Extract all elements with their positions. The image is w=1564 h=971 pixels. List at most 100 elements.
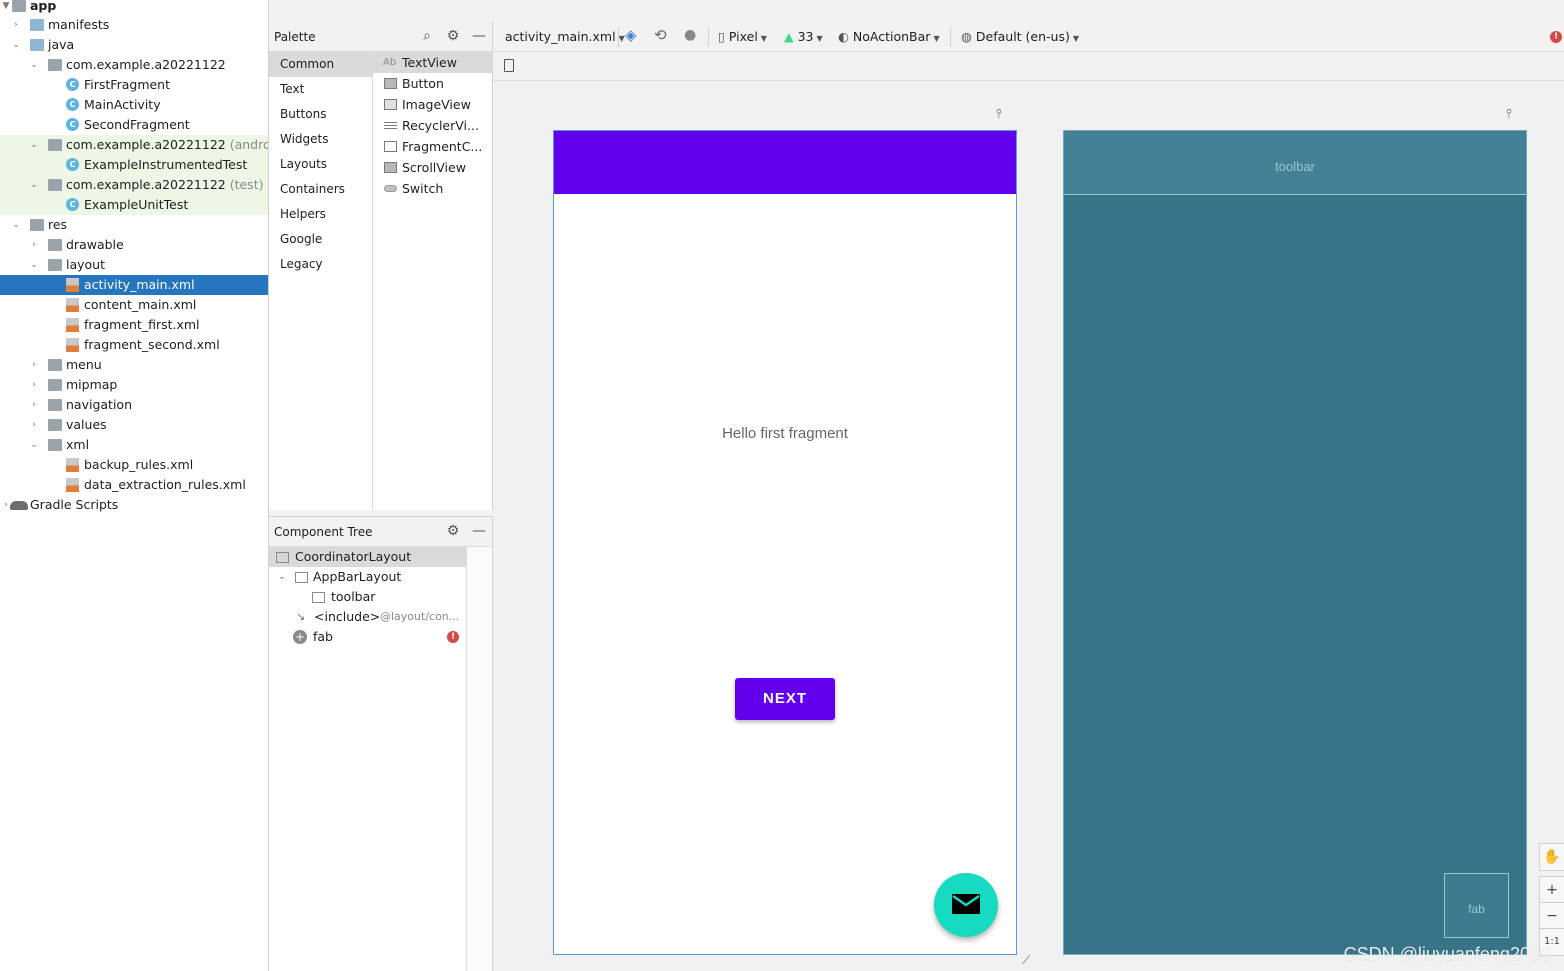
zoom-out-button[interactable]: −: [1539, 902, 1564, 930]
tree-item-fragment-first-xml[interactable]: fragment_first.xml: [0, 315, 268, 335]
tree-item-navigation[interactable]: › navigation: [0, 395, 268, 415]
hello-text[interactable]: Hello first fragment: [554, 425, 1016, 442]
component-coordinatorlayout[interactable]: CoordinatorLayout: [269, 547, 467, 567]
tree-item-content-main-xml[interactable]: content_main.xml: [0, 295, 268, 315]
palette-item-textview[interactable]: Ab TextView: [373, 52, 493, 73]
chevron-down-icon[interactable]: ⌄: [28, 175, 40, 195]
palette-item-imageview[interactable]: ImageView: [373, 94, 493, 115]
tree-item-label: SecondFragment: [84, 117, 190, 132]
zoom-in-button[interactable]: +: [1539, 876, 1564, 904]
chevron-right-icon[interactable]: ›: [28, 235, 40, 255]
pin-icon[interactable]: ⫯: [996, 107, 1002, 122]
tree-item-xml[interactable]: ⌄ xml: [0, 435, 268, 455]
api-selector[interactable]: ▲ 33 ▼: [784, 29, 823, 44]
palette-category-helpers[interactable]: Helpers: [269, 202, 372, 227]
pan-button[interactable]: ✋: [1539, 843, 1564, 871]
file-selector[interactable]: activity_main.xml ▼: [505, 29, 625, 44]
tree-item-res[interactable]: ⌄ res: [0, 215, 268, 235]
component-fab[interactable]: + fab !: [269, 627, 467, 647]
chevron-right-icon[interactable]: ›: [10, 15, 22, 35]
component-toolbar[interactable]: toolbar: [269, 587, 467, 607]
tree-item-package[interactable]: ⌄ com.example.a20221122: [0, 55, 268, 75]
resources-folder-icon: [30, 219, 44, 231]
error-icon[interactable]: !: [1550, 31, 1562, 43]
palette-category-buttons[interactable]: Buttons: [269, 102, 372, 127]
package-icon: [48, 139, 62, 151]
chevron-down-icon[interactable]: ⌄: [28, 135, 40, 155]
tree-item-manifests[interactable]: › manifests: [0, 15, 268, 35]
palette-category-containers[interactable]: Containers: [269, 177, 372, 202]
palette-category-text[interactable]: Text: [269, 77, 372, 102]
tree-item-data-extraction-rules-xml[interactable]: data_extraction_rules.xml: [0, 475, 268, 495]
chevron-down-icon[interactable]: ▼: [0, 0, 12, 16]
tree-item-label: com.example.a20221122: [66, 57, 226, 72]
palette-item-fragmentcontainer[interactable]: FragmentC...: [373, 136, 493, 157]
gear-icon[interactable]: ⚙: [445, 523, 461, 539]
chevron-down-icon[interactable]: ⌄: [10, 215, 22, 235]
minimize-icon[interactable]: —: [471, 523, 487, 539]
tree-item-secondfragment[interactable]: C SecondFragment: [0, 115, 268, 135]
chevron-right-icon[interactable]: ›: [28, 415, 40, 435]
component-include[interactable]: ↘ <include> @layout/con...: [269, 607, 467, 627]
tree-item-layout[interactable]: ⌄ layout: [0, 255, 268, 275]
tree-item-java[interactable]: ⌄ java: [0, 35, 268, 55]
chevron-right-icon[interactable]: ›: [28, 355, 40, 375]
folder-icon: [48, 399, 62, 411]
chevron-down-icon[interactable]: ⌄: [10, 35, 22, 55]
palette-category-google[interactable]: Google: [269, 227, 372, 252]
error-icon[interactable]: !: [447, 631, 459, 643]
blueprint-toolbar[interactable]: toolbar: [1064, 131, 1526, 195]
blueprint-preview[interactable]: toolbar fab: [1063, 130, 1527, 955]
palette-item-scrollview[interactable]: ScrollView: [373, 157, 493, 178]
palette-category-common[interactable]: Common: [269, 52, 372, 77]
design-preview[interactable]: Hello first fragment NEXT: [553, 130, 1017, 955]
night-mode-icon[interactable]: ●: [684, 27, 696, 43]
device-selector[interactable]: ▯ Pixel ▼: [718, 29, 767, 44]
resize-handle-icon[interactable]: ⟋: [1022, 953, 1030, 968]
design-canvas[interactable]: ⫯ ⫯ Hello first fragment NEXT toolbar fa…: [494, 81, 1564, 971]
tree-item-menu[interactable]: › menu: [0, 355, 268, 375]
tree-item-fragment-second-xml[interactable]: fragment_second.xml: [0, 335, 268, 355]
tree-item-values[interactable]: › values: [0, 415, 268, 435]
blueprint-fab[interactable]: fab: [1444, 873, 1509, 938]
locale-selector[interactable]: ◍ Default (en-us) ▼: [961, 29, 1079, 44]
theme-selector[interactable]: ◐ NoActionBar ▼: [838, 29, 940, 44]
design-surface-icon[interactable]: ◈: [625, 26, 637, 44]
search-icon[interactable]: ⌕: [419, 28, 435, 44]
chevron-right-icon[interactable]: ›: [28, 375, 40, 395]
palette-item-switch[interactable]: Switch: [373, 178, 493, 199]
palette-item-recyclerview[interactable]: RecyclerVi...: [373, 115, 493, 136]
palette-category-widgets[interactable]: Widgets: [269, 127, 372, 152]
gear-icon[interactable]: ⚙: [445, 28, 461, 44]
minimize-icon[interactable]: —: [471, 28, 487, 44]
chevron-right-icon[interactable]: ›: [28, 395, 40, 415]
palette-item-label: ScrollView: [402, 160, 466, 175]
tree-item-mainactivity[interactable]: C MainActivity: [0, 95, 268, 115]
tree-item-exampleinstrumentedtest[interactable]: C ExampleInstrumentedTest: [0, 155, 268, 175]
tree-item-firstfragment[interactable]: C FirstFragment: [0, 75, 268, 95]
pin-icon[interactable]: ⫯: [1506, 107, 1512, 122]
fab-button[interactable]: [934, 873, 998, 937]
tree-item-gradle-scripts[interactable]: › Gradle Scripts: [0, 495, 268, 515]
tree-item-drawable[interactable]: › drawable: [0, 235, 268, 255]
tree-item-mipmap[interactable]: › mipmap: [0, 375, 268, 395]
tree-item-backup-rules-xml[interactable]: backup_rules.xml: [0, 455, 268, 475]
blueprint-toggle-icon[interactable]: [504, 59, 514, 72]
palette-category-layouts[interactable]: Layouts: [269, 152, 372, 177]
email-icon: [952, 894, 980, 914]
chevron-down-icon[interactable]: ⌄: [28, 435, 40, 455]
component-appbarlayout[interactable]: ⌄ AppBarLayout: [269, 567, 467, 587]
palette-item-button[interactable]: Button: [373, 73, 493, 94]
tree-item-activity-main-xml[interactable]: activity_main.xml: [0, 275, 268, 295]
app-bar[interactable]: [554, 131, 1016, 194]
tree-item-exampleunittest[interactable]: C ExampleUnitTest: [0, 195, 268, 215]
tree-item-app[interactable]: ▼ app: [0, 0, 268, 16]
chevron-down-icon[interactable]: ⌄: [28, 55, 40, 75]
palette-category-legacy[interactable]: Legacy: [269, 252, 372, 277]
chevron-down-icon[interactable]: ⌄: [278, 567, 286, 587]
tree-item-androidtest-package[interactable]: ⌄ com.example.a20221122 (androidT: [0, 135, 268, 155]
tree-item-test-package[interactable]: ⌄ com.example.a20221122 (test): [0, 175, 268, 195]
orientation-icon[interactable]: ⟲: [654, 26, 667, 44]
chevron-down-icon[interactable]: ⌄: [28, 255, 40, 275]
next-button[interactable]: NEXT: [735, 678, 835, 720]
